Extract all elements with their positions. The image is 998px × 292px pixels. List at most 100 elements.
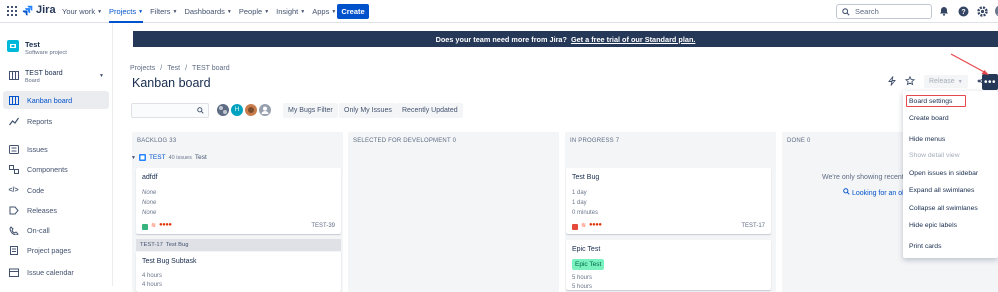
search-input[interactable]: Search	[836, 4, 932, 19]
sidebar-item-label: Issue calendar	[27, 267, 74, 277]
avatar-letter: H	[234, 107, 240, 113]
nav-your-work[interactable]: Your work ▼	[62, 0, 102, 23]
card-field: 5 hours	[572, 275, 593, 281]
epic-icon	[138, 154, 146, 161]
jira-logo[interactable]: Jira	[22, 4, 56, 16]
issue-key[interactable]: TEST-39	[311, 223, 335, 229]
trial-banner: Does your team need more from Jira? Get …	[133, 31, 998, 47]
menu-item-expand-swimlanes[interactable]: Expand all swimlanes	[909, 187, 974, 194]
card-field: 4 hours	[142, 282, 163, 288]
subtask-parent-header[interactable]: TEST-17 Test Bug	[136, 239, 341, 251]
nav-label: Projects	[109, 7, 137, 16]
issue-card[interactable]: adfdf None None None ≋ ●●●● TEST-39	[136, 168, 341, 234]
issue-card[interactable]: Epic Test Epic Test 5 hours 5 hours	[566, 240, 771, 290]
sidebar-item-code[interactable]: </> Code	[3, 181, 109, 199]
chevron-down-icon: ▼	[99, 73, 104, 79]
story-icon	[142, 224, 148, 230]
app-switcher-icon[interactable]	[7, 6, 17, 16]
menu-item-hide-menus[interactable]: Hide menus	[909, 136, 945, 143]
help-icon[interactable]: ?	[957, 5, 969, 17]
sidebar-item-kanban-board[interactable]: Kanban board	[3, 91, 109, 109]
code-icon: </>	[8, 186, 19, 194]
more-icon: •••	[983, 76, 996, 88]
chevron-down-icon: ▼	[264, 8, 270, 15]
pages-icon	[8, 245, 19, 256]
sidebar-item-label: Code	[27, 185, 45, 195]
menu-item-create-board[interactable]: Create board	[909, 115, 949, 122]
breadcrumb-board[interactable]: TEST board	[192, 65, 230, 72]
menu-item-board-settings[interactable]: Board settings	[909, 98, 952, 105]
nav-label: Dashboards	[184, 7, 225, 16]
nav-dashboards[interactable]: Dashboards ▼	[184, 0, 231, 23]
sidebar-item-reports[interactable]: Reports	[3, 112, 109, 130]
settings-icon[interactable]	[976, 5, 988, 17]
breadcrumb-test[interactable]: Test	[167, 65, 180, 72]
nav-people[interactable]: People ▼	[239, 0, 269, 23]
priority-icon: ≋	[151, 223, 157, 229]
breadcrumb-separator: /	[160, 65, 163, 72]
menu-item-collapse-swimlanes[interactable]: Collapse all swimlanes	[909, 205, 978, 212]
chevron-down-icon: ▼	[138, 8, 144, 15]
nav-projects[interactable]: Projects ▼	[109, 0, 144, 23]
card-field: 5 hours	[572, 284, 593, 290]
swimlane-name: Test	[194, 154, 207, 161]
card-field: None	[142, 210, 157, 216]
project-header[interactable]: Test Software project	[7, 40, 67, 56]
filter-recently-updated[interactable]: Recently Updated	[397, 103, 463, 118]
column-header: IN PROGRESS 7	[570, 138, 620, 144]
board-switcher[interactable]: TEST board Board ▼	[5, 70, 109, 90]
filter-only-my-issues[interactable]: Only My Issues	[339, 103, 397, 118]
project-name: Test	[25, 40, 40, 49]
star-icon[interactable]	[904, 75, 916, 88]
card-title: adfdf	[142, 174, 158, 181]
flag-icon: ●●●●	[159, 222, 172, 228]
column-header: BACKLOG 33	[137, 138, 177, 144]
sidebar-item-releases[interactable]: Releases	[3, 201, 109, 219]
jira-logo-icon	[22, 5, 33, 16]
search-placeholder: Search	[855, 7, 879, 16]
board-sub: Board	[25, 78, 40, 84]
issues-icon	[8, 144, 19, 155]
menu-item-open-issues-sidebar[interactable]: Open issues in sidebar	[909, 170, 978, 177]
nav-filters[interactable]: Filters ▼	[150, 0, 177, 23]
flag-icon: ●●●●	[589, 222, 602, 228]
reports-icon	[8, 116, 19, 127]
search-icon	[197, 107, 204, 114]
sidebar-item-issue-calendar[interactable]: Issue calendar	[3, 263, 109, 281]
swimlane-header[interactable]: ▼ TEST 40 issues Test	[131, 154, 207, 161]
epic-label[interactable]: Epic Test	[572, 259, 605, 270]
sidebar-item-project-pages[interactable]: Project pages	[3, 241, 109, 259]
breadcrumb: Projects / Test / TEST board	[130, 65, 230, 72]
sidebar-item-issues[interactable]: Issues	[3, 140, 109, 158]
nav-apps[interactable]: Apps ▼	[312, 0, 336, 23]
sidebar: Test Software project TEST board Board ▼…	[0, 23, 113, 286]
card-title: Test Bug Subtask	[142, 258, 197, 265]
filter-my-bugs[interactable]: My Bugs Filter	[283, 103, 338, 118]
create-button[interactable]: Create	[337, 4, 369, 19]
column-header: DONE 0	[787, 138, 811, 144]
nav-label: Apps	[312, 7, 330, 16]
chevron-down-icon: ▼	[172, 8, 178, 15]
breadcrumb-projects[interactable]: Projects	[130, 65, 155, 72]
issue-key[interactable]: TEST-17	[741, 223, 765, 229]
sidebar-item-components[interactable]: Components	[3, 160, 109, 178]
done-info-link[interactable]: Looking for an ol	[843, 188, 904, 197]
menu-item-print-cards[interactable]: Print cards	[909, 243, 941, 250]
banner-trial-link[interactable]: Get a free trial of our Standard plan.	[571, 35, 695, 44]
board-search-input[interactable]	[131, 103, 209, 118]
issue-card[interactable]: Test Bug 1 day 1 day 0 minutes ≋ ●●●● TE…	[566, 168, 771, 234]
card-field: None	[142, 190, 157, 196]
menu-item-hide-epic-labels[interactable]: Hide epic labels	[909, 222, 957, 229]
assignee-avatars: H	[215, 102, 273, 118]
project-avatar	[7, 40, 19, 52]
sidebar-item-on-call[interactable]: On-call	[3, 221, 109, 239]
logo-text: Jira	[36, 4, 56, 16]
lightning-icon[interactable]	[888, 75, 896, 88]
issue-card[interactable]: Test Bug Subtask 4 hours 4 hours	[136, 252, 341, 292]
nav-insight[interactable]: Insight ▼	[276, 0, 305, 23]
main-nav: Your work ▼ Projects ▼ Filters ▼ Dashboards…	[62, 0, 343, 23]
board-name: TEST board	[25, 70, 63, 77]
avatar[interactable]	[257, 102, 273, 118]
notifications-icon[interactable]	[938, 5, 950, 17]
parent-title: Test Bug	[165, 242, 189, 248]
